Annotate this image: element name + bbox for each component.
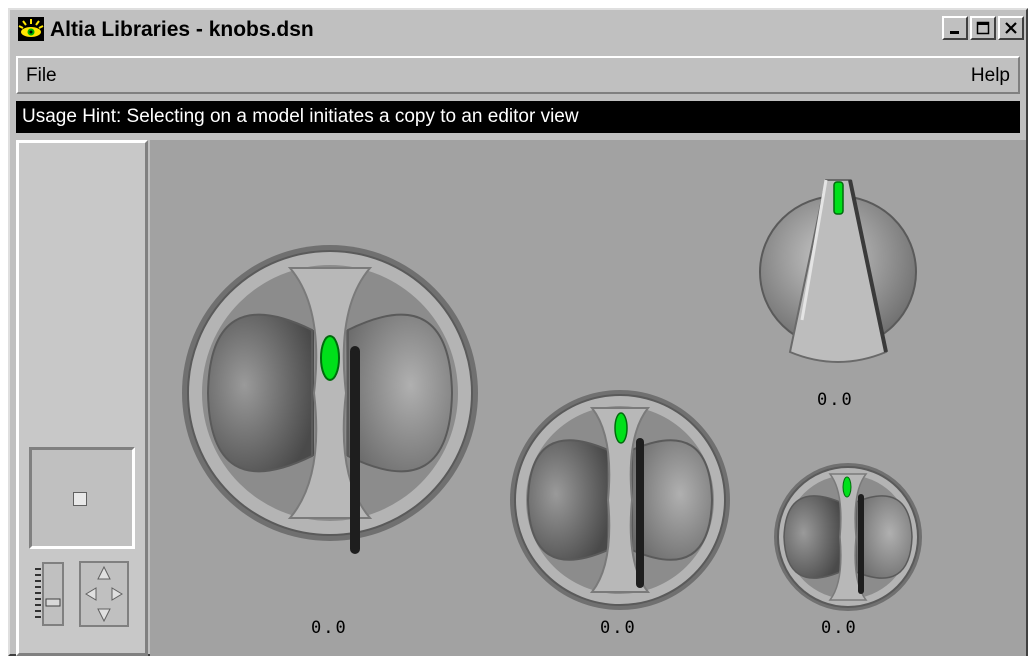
altia-eye-icon bbox=[18, 17, 44, 41]
window-title: Altia Libraries - knobs.dsn bbox=[50, 18, 314, 41]
knob-pointer-indicator bbox=[833, 181, 844, 215]
minimize-icon bbox=[950, 31, 959, 34]
close-icon bbox=[1005, 22, 1017, 34]
title-bar[interactable]: Altia Libraries - knobs.dsn bbox=[12, 12, 1024, 46]
knob-medium[interactable] bbox=[510, 390, 730, 610]
knob-small[interactable] bbox=[774, 463, 922, 611]
minimize-button[interactable] bbox=[942, 16, 968, 40]
knob-large[interactable] bbox=[182, 245, 478, 554]
navigator-panel bbox=[16, 140, 148, 656]
close-button[interactable] bbox=[998, 16, 1024, 40]
maximize-button[interactable] bbox=[970, 16, 996, 40]
app-window: Altia Libraries - knobs.dsn File Help Us… bbox=[8, 8, 1028, 656]
pan-view-box[interactable] bbox=[29, 447, 135, 549]
knob-pointer-value: 0.0 bbox=[817, 390, 854, 410]
usage-hint-bar: Usage Hint: Selecting on a model initiat… bbox=[16, 101, 1020, 133]
pan-arrows-icon[interactable] bbox=[79, 561, 129, 627]
knobs-drawing bbox=[182, 179, 922, 611]
knob-pointer[interactable] bbox=[759, 179, 917, 363]
knob-medium-indicator bbox=[614, 412, 628, 444]
view-position-marker[interactable] bbox=[73, 492, 87, 506]
knob-large-value: 0.0 bbox=[311, 618, 348, 638]
knob-small-value: 0.0 bbox=[821, 618, 858, 638]
window-controls bbox=[942, 16, 1024, 40]
menu-file[interactable]: File bbox=[26, 65, 57, 87]
maximize-icon bbox=[976, 21, 990, 35]
zoom-slider-icon[interactable] bbox=[33, 561, 69, 627]
knob-small-indicator bbox=[842, 476, 852, 498]
knob-medium-value: 0.0 bbox=[600, 618, 637, 638]
menu-bar: File Help bbox=[16, 56, 1020, 94]
library-canvas: 0.0 0.0 0.0 0.0 bbox=[150, 140, 1026, 656]
usage-hint-text: Usage Hint: Selecting on a model initiat… bbox=[22, 106, 579, 127]
knob-large-indicator bbox=[320, 335, 340, 381]
menu-help[interactable]: Help bbox=[971, 65, 1010, 87]
